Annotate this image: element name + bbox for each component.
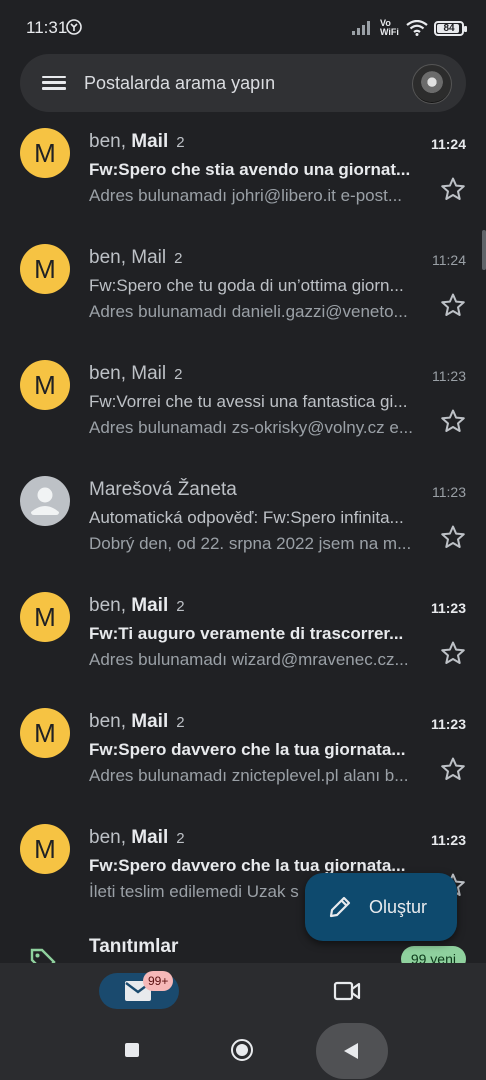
email-row[interactable]: Mben, Mail 2 11:23 Fw:Ti auguro veramente d… — [0, 580, 486, 696]
signal-icon — [352, 21, 370, 35]
battery-icon: 84 — [434, 20, 467, 36]
scrollbar[interactable] — [482, 230, 486, 270]
email-subject: Automatická odpověď: Fw:Spero infinita..… — [89, 508, 404, 527]
sender-name: ben, Mail — [89, 247, 167, 268]
back-icon[interactable] — [344, 1043, 358, 1059]
compose-button[interactable]: Oluştur — [305, 873, 457, 941]
email-time: 11:24 — [430, 136, 466, 152]
email-time: 11:23 — [430, 600, 466, 616]
email-row[interactable]: Mben, Mail 2 11:24 Fw:Spero che tu goda di … — [0, 232, 486, 348]
sender-name: ben, — [89, 827, 132, 848]
sender-line: Marešová Žaneta — [89, 479, 245, 501]
star-icon[interactable] — [440, 756, 466, 782]
sender-avatar[interactable]: M — [20, 244, 70, 294]
email-snippet: Adres bulunamadı danieli.gazzi@veneto... — [89, 302, 408, 321]
sender-avatar[interactable]: M — [20, 360, 70, 410]
video-icon[interactable] — [333, 980, 361, 1002]
bottom-nav: 99+ — [0, 963, 486, 1021]
sender-line: ben, Mail 2 — [89, 247, 182, 269]
menu-icon[interactable] — [42, 72, 66, 94]
status-bar: 11:31 Vo WiFi 84 — [0, 0, 486, 52]
clock: 11:31 — [26, 18, 68, 37]
sender-avatar[interactable]: M — [20, 592, 70, 642]
recents-icon[interactable] — [125, 1043, 139, 1057]
email-time: 11:23 — [430, 716, 466, 732]
status-icons: Vo WiFi 84 — [352, 17, 467, 39]
pencil-icon — [329, 896, 351, 918]
account-avatar[interactable] — [412, 64, 452, 104]
email-row[interactable]: Marešová Žaneta 11:23 Automatická odpověď:… — [0, 464, 486, 580]
promotions-label: Tanıtımlar — [89, 936, 179, 957]
email-time: 11:23 — [430, 832, 466, 848]
email-row[interactable]: Mben, Mail 2 11:23 Fw:Spero davvero che la … — [0, 696, 486, 812]
star-icon[interactable] — [440, 524, 466, 550]
sender-name-bold: Mail — [131, 595, 169, 616]
home-icon[interactable] — [231, 1039, 253, 1061]
wifi-icon — [406, 20, 428, 36]
sender-name-bold: Mail — [131, 711, 169, 732]
email-row[interactable]: Mben, Mail 2 11:24 Fw:Spero che stia avendo… — [0, 116, 486, 232]
star-icon[interactable] — [440, 292, 466, 318]
sender-line: ben, Mail 2 — [89, 363, 182, 385]
sender-name-bold: Mail — [131, 827, 169, 848]
thread-count: 2 — [174, 250, 183, 267]
sender-line: ben, Mail 2 — [89, 595, 185, 617]
email-time: 11:23 — [432, 484, 466, 500]
volte-indicator: Vo WiFi — [380, 19, 400, 37]
email-snippet: Dobrý den, od 22. srpna 2022 jsem na m..… — [89, 534, 412, 553]
email-subject: Fw:Spero che tu goda di un’ottima giorn.… — [89, 276, 404, 295]
sender-name-bold: Mail — [131, 131, 169, 152]
email-subject: Fw:Ti auguro veramente di trascorrer... — [89, 624, 404, 643]
thread-count: 2 — [176, 830, 185, 847]
sender-name: ben, Mail — [89, 363, 167, 384]
thread-count: 2 — [176, 714, 185, 731]
sender-name: Marešová Žaneta — [89, 479, 237, 500]
email-subject: Fw:Spero davvero che la tua giornata... — [89, 740, 406, 759]
email-snippet: Adres bulunamadı wizard@mravenec.cz... — [89, 650, 409, 669]
sender-line: ben, Mail 2 — [89, 827, 185, 849]
search-placeholder[interactable]: Postalarda arama yapın — [84, 73, 275, 94]
sender-avatar[interactable]: M — [20, 824, 70, 874]
email-subject: Fw:Vorrei che tu avessi una fantastica g… — [89, 392, 408, 411]
email-snippet: Adres bulunamadı johri@libero.it e-post.… — [89, 186, 403, 205]
battery-level: 84 — [443, 22, 455, 34]
volte-bottom: WiFi — [380, 27, 399, 37]
compose-label: Oluştur — [369, 896, 428, 917]
thread-count: 2 — [176, 598, 185, 615]
star-icon[interactable] — [440, 640, 466, 666]
email-time: 11:23 — [432, 368, 466, 384]
sender-name: ben, — [89, 595, 132, 616]
email-row[interactable]: Mben, Mail 2 11:23 Fw:Vorrei che tu avessi … — [0, 348, 486, 464]
thread-count: 2 — [174, 366, 183, 383]
star-icon[interactable] — [440, 408, 466, 434]
sender-line: ben, Mail 2 — [89, 711, 185, 733]
email-time: 11:24 — [432, 252, 466, 268]
system-nav-bar — [0, 1021, 486, 1080]
email-snippet: Adres bulunamadı zs-okrisky@volny.cz e..… — [89, 418, 414, 437]
person-avatar-icon[interactable] — [20, 476, 70, 526]
search-bar[interactable]: Postalarda arama yapın — [20, 54, 466, 112]
star-icon[interactable] — [440, 176, 466, 202]
email-subject: Fw:Spero che stia avendo una giornat... — [89, 160, 411, 179]
sender-name: ben, — [89, 711, 132, 732]
email-list: Mben, Mail 2 11:24 Fw:Spero che stia avendo… — [0, 116, 486, 928]
notification-icon — [66, 19, 82, 35]
sender-avatar[interactable]: M — [20, 708, 70, 758]
sender-line: ben, Mail 2 — [89, 131, 185, 153]
sender-name: ben, — [89, 131, 132, 152]
mail-count-badge: 99+ — [143, 971, 174, 991]
thread-count: 2 — [176, 134, 185, 151]
email-snippet: Adres bulunamadı znicteplevel.pl alanı b… — [89, 766, 409, 785]
sender-avatar[interactable]: M — [20, 128, 70, 178]
